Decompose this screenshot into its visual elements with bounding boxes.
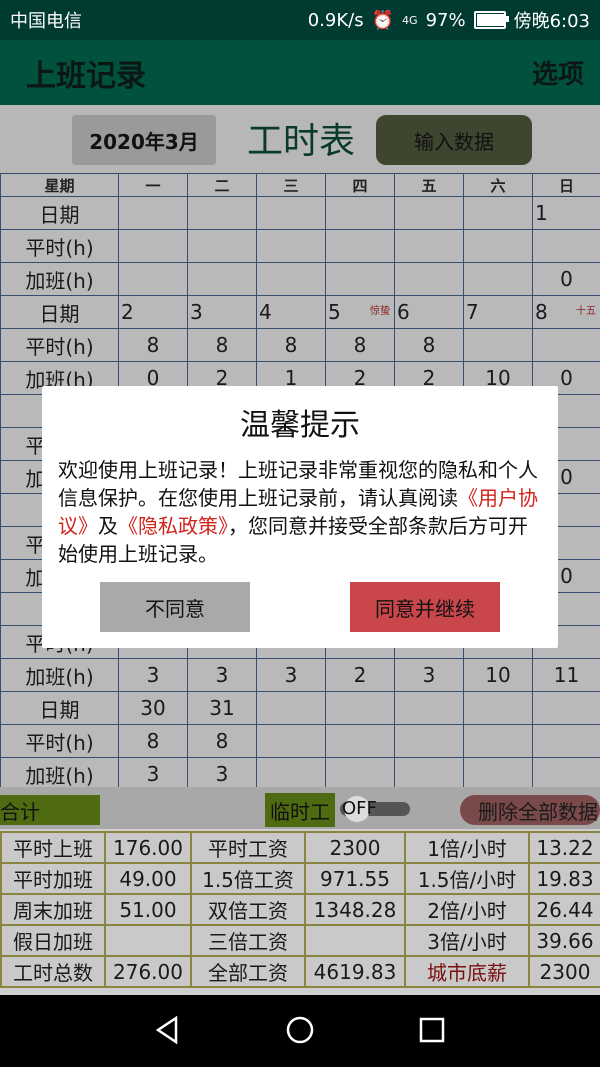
dialog-body: 欢迎使用上班记录！上班记录非常重视您的隐私和个人信息保护。在您使用上班记录前，请… — [58, 456, 546, 568]
dialog-title: 温馨提示 — [240, 408, 360, 443]
dialog-text-2: 及 — [98, 514, 118, 538]
home-icon[interactable] — [280, 1010, 320, 1050]
recent-apps-icon[interactable] — [412, 1010, 452, 1050]
agree-continue-button[interactable]: 同意并继续 — [350, 582, 500, 632]
system-nav-bar — [0, 995, 600, 1067]
privacy-policy-link[interactable]: 《隐私政策》 — [118, 514, 228, 538]
disagree-button[interactable]: 不同意 — [100, 582, 250, 632]
back-icon[interactable] — [148, 1010, 188, 1050]
privacy-dialog: 温馨提示 欢迎使用上班记录！上班记录非常重视您的隐私和个人信息保护。在您使用上班… — [42, 386, 558, 648]
